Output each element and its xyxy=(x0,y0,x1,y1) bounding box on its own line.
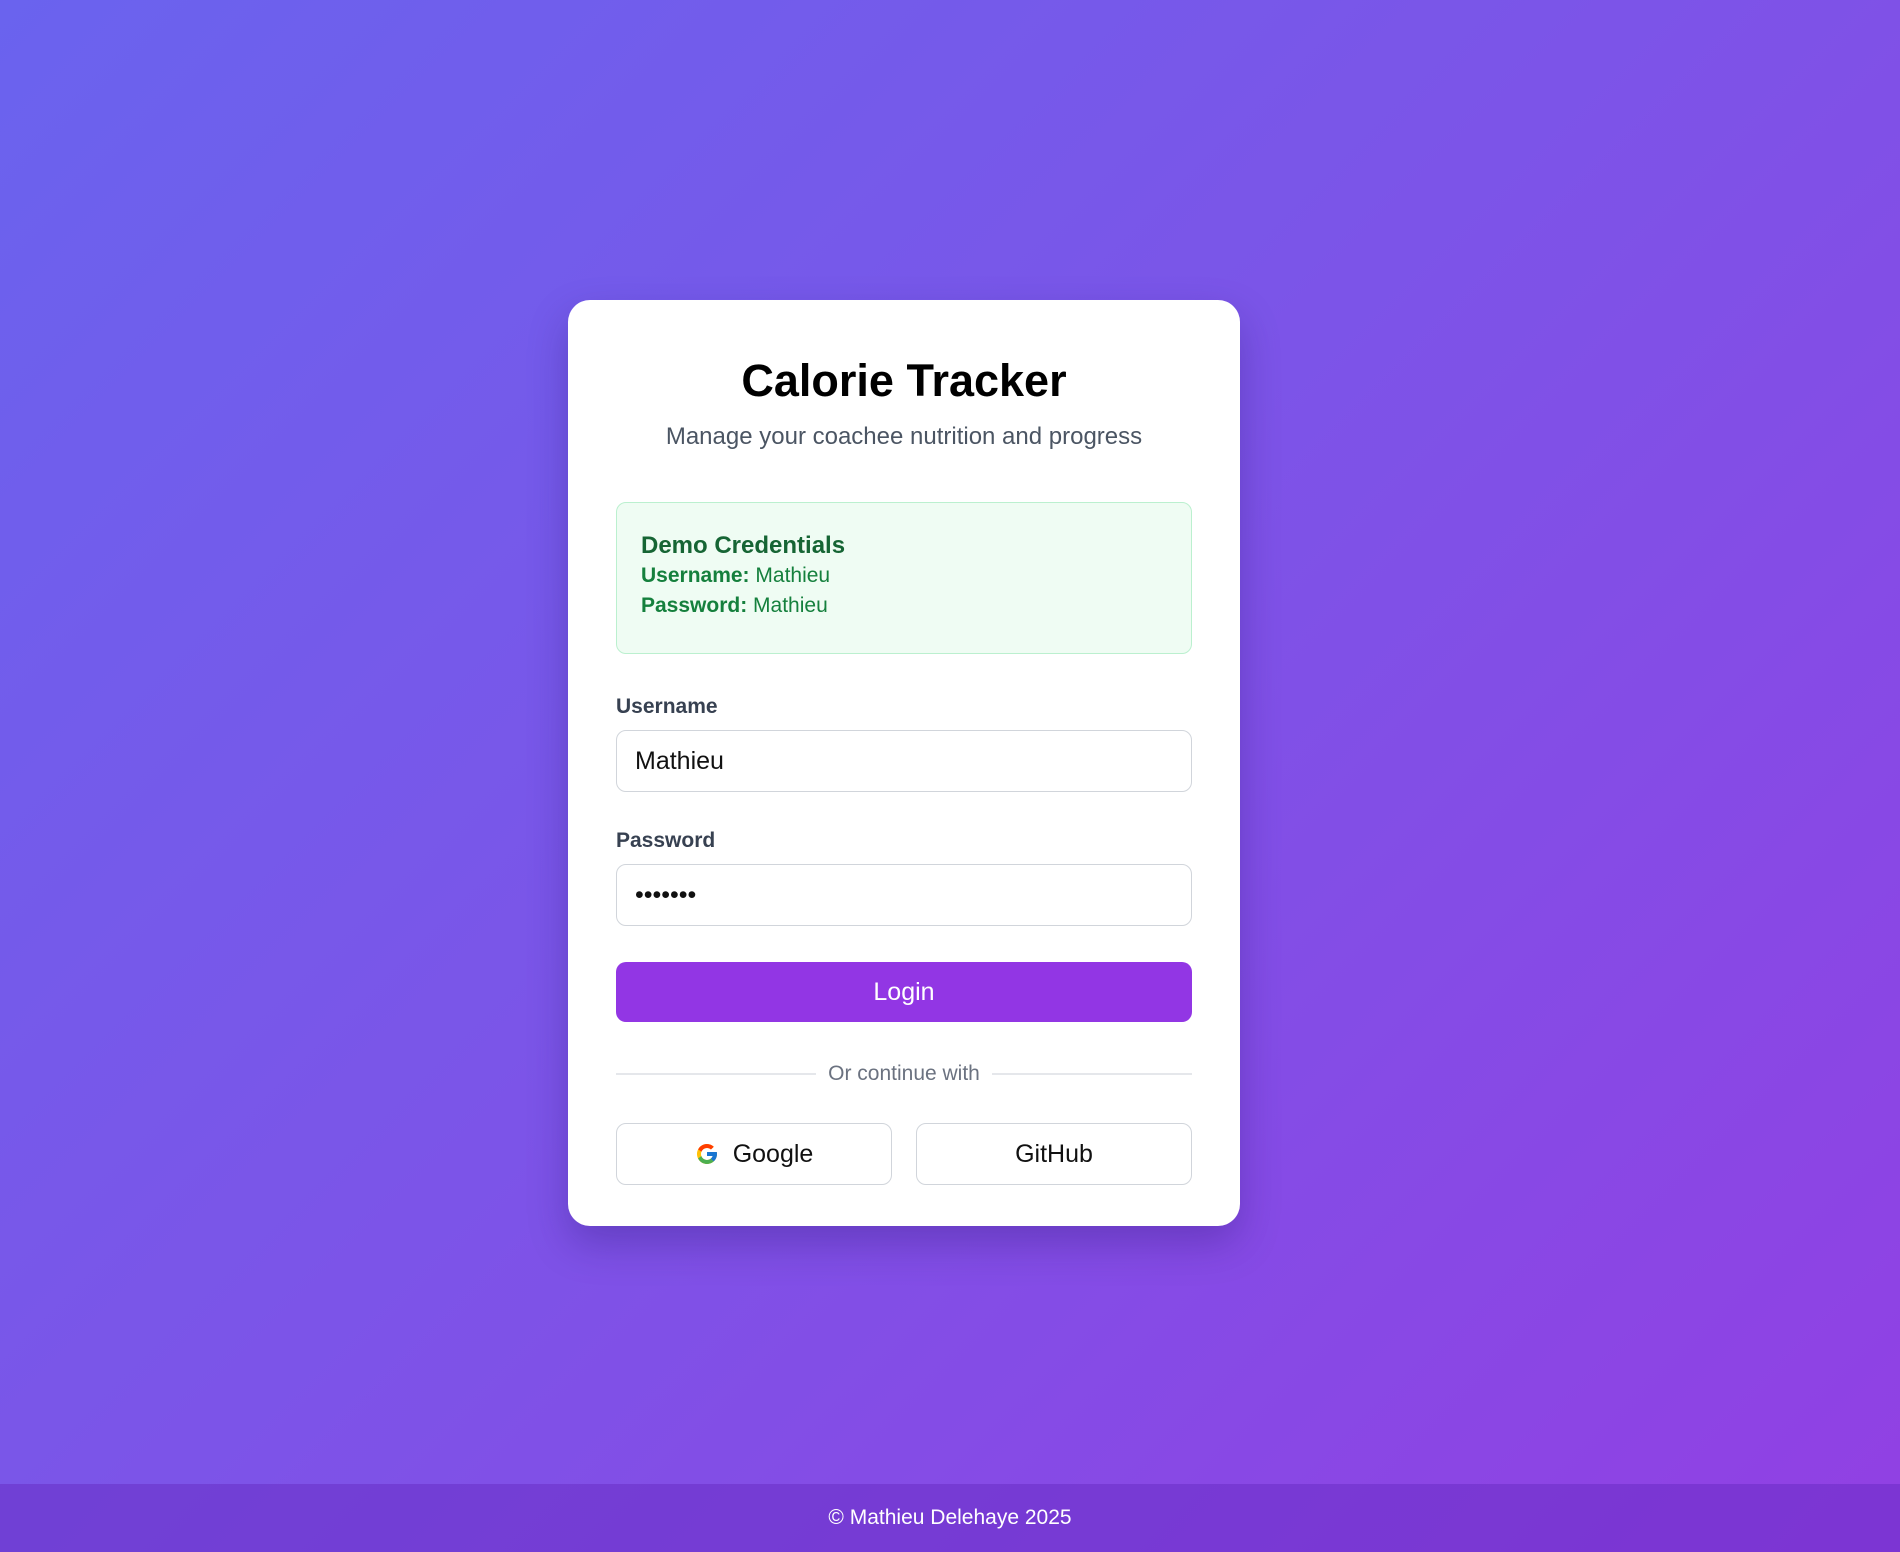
page-title: Calorie Tracker xyxy=(741,355,1067,406)
login-card: Calorie Tracker Manage your coachee nutr… xyxy=(568,300,1240,1226)
google-login-button[interactable]: Google xyxy=(616,1123,892,1185)
login-button[interactable]: Login xyxy=(616,962,1192,1022)
demo-username-label: Username: xyxy=(641,564,750,587)
footer: © Mathieu Delehaye 2025 xyxy=(0,1484,1900,1552)
username-input[interactable] xyxy=(616,730,1192,792)
demo-username-line: Username: Mathieu xyxy=(641,561,1167,591)
demo-credentials-box: Demo Credentials Username: Mathieu Passw… xyxy=(616,502,1192,654)
username-label: Username xyxy=(616,695,718,718)
google-icon xyxy=(696,1144,717,1164)
demo-username-value: Mathieu xyxy=(755,564,831,587)
demo-credentials-title: Demo Credentials xyxy=(641,532,846,559)
google-label: Google xyxy=(732,1139,814,1168)
divider-line-right xyxy=(991,1073,1192,1075)
or-continue-divider: Or continue with xyxy=(616,1062,1192,1086)
password-label: Password xyxy=(616,829,716,852)
footer-copyright: © Mathieu Delehaye 2025 xyxy=(828,1506,1072,1529)
social-login-row: Google GitHub xyxy=(616,1123,1192,1185)
github-login-button[interactable]: GitHub xyxy=(916,1123,1192,1185)
demo-password-label: Password: xyxy=(641,594,748,617)
demo-password-line: Password: Mathieu xyxy=(641,591,1167,621)
page-subtitle: Manage your coachee nutrition and progre… xyxy=(665,423,1143,450)
divider-text: Or continue with xyxy=(828,1062,980,1085)
divider-line-left xyxy=(616,1073,817,1075)
password-input[interactable] xyxy=(616,864,1192,926)
github-label: GitHub xyxy=(1015,1139,1093,1168)
demo-password-value: Mathieu xyxy=(753,594,828,617)
